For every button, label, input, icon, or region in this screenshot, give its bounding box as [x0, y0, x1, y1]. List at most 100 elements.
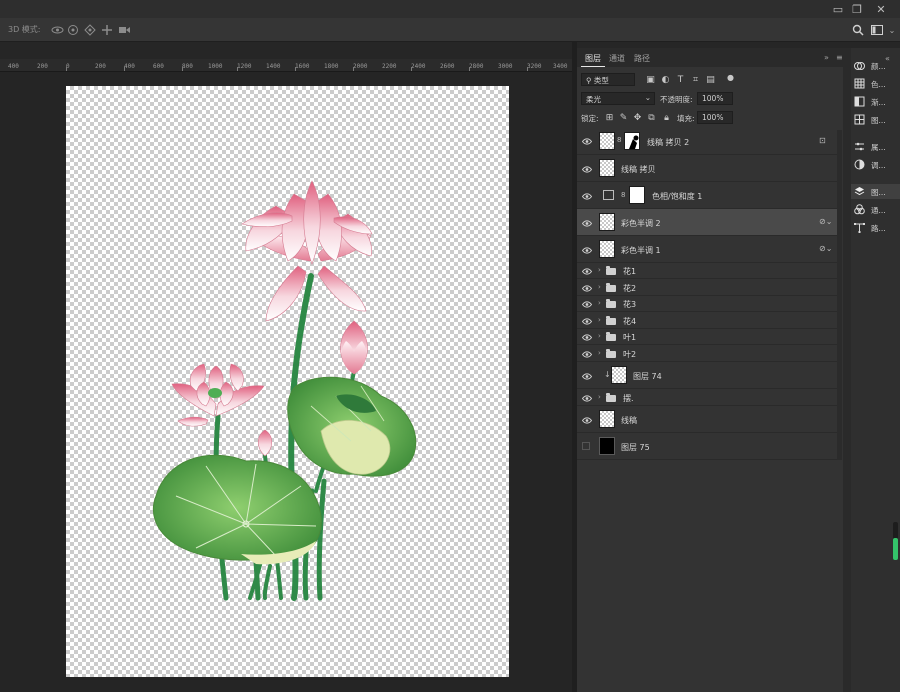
- eye-icon[interactable]: [582, 300, 592, 308]
- document-canvas[interactable]: [66, 86, 509, 677]
- layer-name[interactable]: 花4: [623, 316, 636, 327]
- layer-group-row[interactable]: › 叶2: [577, 345, 837, 362]
- layer-name[interactable]: 摆.: [623, 393, 634, 404]
- dock-item-color[interactable]: 颜...: [851, 58, 900, 73]
- chevron-right-icon[interactable]: ›: [598, 299, 601, 307]
- eye-icon[interactable]: [582, 137, 592, 145]
- layer-mask-thumbnail[interactable]: [629, 186, 645, 204]
- layer-name[interactable]: 线稿: [621, 415, 637, 426]
- lock-all-icon[interactable]: 🔒︎: [661, 112, 672, 123]
- eye-icon[interactable]: [582, 333, 592, 341]
- eye-icon[interactable]: [582, 394, 592, 402]
- lock-position-icon[interactable]: ✥: [632, 112, 643, 123]
- opacity-input[interactable]: 100%: [697, 92, 733, 105]
- close-button[interactable]: ✕: [872, 1, 890, 17]
- layer-row[interactable]: ↓ 图层 74: [577, 362, 837, 389]
- rotate-3d-icon[interactable]: [50, 23, 64, 37]
- lock-artboard-icon[interactable]: ⧉: [646, 112, 657, 123]
- layer-name[interactable]: 叶2: [623, 349, 636, 360]
- blend-mode-dropdown[interactable]: 柔光 ⌄: [581, 92, 655, 105]
- layer-name[interactable]: 图层 74: [633, 371, 662, 382]
- layer-group-row[interactable]: › 叶1: [577, 329, 837, 345]
- dock-item-properties[interactable]: 属...: [851, 139, 900, 154]
- eye-icon[interactable]: [582, 372, 592, 380]
- minimize-button[interactable]: ▭: [829, 1, 847, 17]
- collapse-panel-icon[interactable]: »: [820, 51, 833, 64]
- layer-row[interactable]: 8 线稿 拷贝 2 ⊡: [577, 127, 837, 155]
- layer-row[interactable]: 8 色相/饱和度 1: [577, 182, 837, 209]
- layer-group-row[interactable]: › 花1: [577, 263, 837, 279]
- layer-group-row[interactable]: › 花4: [577, 312, 837, 329]
- folder-icon: [606, 393, 616, 402]
- layer-row[interactable]: 彩色半调 1 ⊘⌄: [577, 236, 837, 263]
- layer-name[interactable]: 图层 75: [621, 442, 650, 453]
- layer-group-row[interactable]: › 摆.: [577, 389, 837, 406]
- dock-item-adjustments[interactable]: 调...: [851, 157, 900, 172]
- filter-shape-icon[interactable]: ⌗: [690, 74, 701, 85]
- workspace-icon[interactable]: [870, 23, 884, 37]
- smart-filter-icon[interactable]: ⊘⌄: [819, 217, 832, 226]
- tab-paths[interactable]: 路径: [630, 51, 654, 66]
- eye-icon[interactable]: [582, 246, 592, 254]
- layer-name[interactable]: 叶1: [623, 332, 636, 343]
- dock-item-pattern[interactable]: 图...: [851, 112, 900, 127]
- layer-row-selected[interactable]: 彩色半调 2 ⊘⌄: [577, 209, 837, 236]
- layer-row[interactable]: 图层 75: [577, 433, 837, 460]
- eye-icon[interactable]: [582, 317, 592, 325]
- layer-name[interactable]: 彩色半调 1: [621, 245, 661, 256]
- slide-3d-icon[interactable]: [100, 23, 114, 37]
- search-icon[interactable]: [851, 23, 865, 37]
- layer-name[interactable]: 线稿 拷贝: [621, 164, 656, 175]
- layer-row[interactable]: 线稿: [577, 406, 837, 433]
- filter-pixel-icon[interactable]: ▣: [645, 74, 656, 85]
- filter-smart-object-icon[interactable]: ▤: [705, 74, 716, 85]
- dock-item-channels[interactable]: 通...: [851, 202, 900, 217]
- chevron-right-icon[interactable]: ›: [598, 393, 601, 401]
- lock-transparent-icon[interactable]: ⊞: [604, 112, 615, 123]
- dock-item-swatches[interactable]: 色...: [851, 76, 900, 91]
- layer-name[interactable]: 花2: [623, 283, 636, 294]
- chevron-right-icon[interactable]: ›: [598, 266, 601, 274]
- chevron-down-icon[interactable]: ⌄: [885, 23, 899, 37]
- tab-layers[interactable]: 图层: [581, 51, 605, 67]
- eye-icon[interactable]: [582, 267, 592, 275]
- scale-3d-icon[interactable]: [117, 23, 131, 37]
- chevron-right-icon[interactable]: ›: [598, 332, 601, 340]
- eye-icon[interactable]: [582, 416, 592, 424]
- eye-icon[interactable]: [582, 219, 592, 227]
- layer-name[interactable]: 线稿 拷贝 2: [647, 137, 689, 148]
- layer-name[interactable]: 花1: [623, 266, 636, 277]
- filter-toggle-icon[interactable]: ●: [725, 72, 736, 83]
- layer-name[interactable]: 色相/饱和度 1: [652, 191, 702, 202]
- smart-filter-icon[interactable]: ⊘⌄: [819, 244, 832, 253]
- tab-channels[interactable]: 通道: [605, 51, 629, 66]
- filter-adjustment-icon[interactable]: ◐: [660, 74, 671, 85]
- chevron-right-icon[interactable]: ›: [598, 283, 601, 291]
- layer-name[interactable]: 花3: [623, 299, 636, 310]
- visibility-toggle-empty[interactable]: [582, 442, 590, 450]
- filter-type-icon[interactable]: T: [675, 74, 686, 85]
- dock-item-gradient[interactable]: 渐...: [851, 94, 900, 109]
- roll-3d-icon[interactable]: [66, 23, 80, 37]
- eye-icon[interactable]: [582, 350, 592, 358]
- lock-image-icon[interactable]: ✎: [618, 112, 629, 123]
- layer-filter-dropdown[interactable]: ⚲ 类型: [581, 73, 635, 86]
- fill-input[interactable]: 100%: [697, 111, 733, 124]
- chevron-right-icon[interactable]: ›: [598, 316, 601, 324]
- pan-3d-icon[interactable]: [83, 23, 97, 37]
- eye-icon[interactable]: [582, 192, 592, 200]
- layer-row[interactable]: 线稿 拷贝: [577, 155, 837, 182]
- layers-scrollbar[interactable]: [837, 130, 842, 460]
- dock-item-paths[interactable]: 路...: [851, 220, 900, 235]
- layers-icon: [854, 186, 865, 197]
- layer-name[interactable]: 彩色半调 2: [621, 218, 661, 229]
- restore-button[interactable]: ❐: [848, 1, 866, 17]
- eye-icon[interactable]: [582, 284, 592, 292]
- dock-item-layers[interactable]: 图...: [851, 184, 900, 199]
- layer-group-row[interactable]: › 花3: [577, 296, 837, 312]
- layer-mask-thumbnail[interactable]: [624, 132, 640, 150]
- layer-group-row[interactable]: › 花2: [577, 279, 837, 296]
- ruler-tick: 1800: [324, 63, 339, 70]
- chevron-right-icon[interactable]: ›: [598, 349, 601, 357]
- eye-icon[interactable]: [582, 165, 592, 173]
